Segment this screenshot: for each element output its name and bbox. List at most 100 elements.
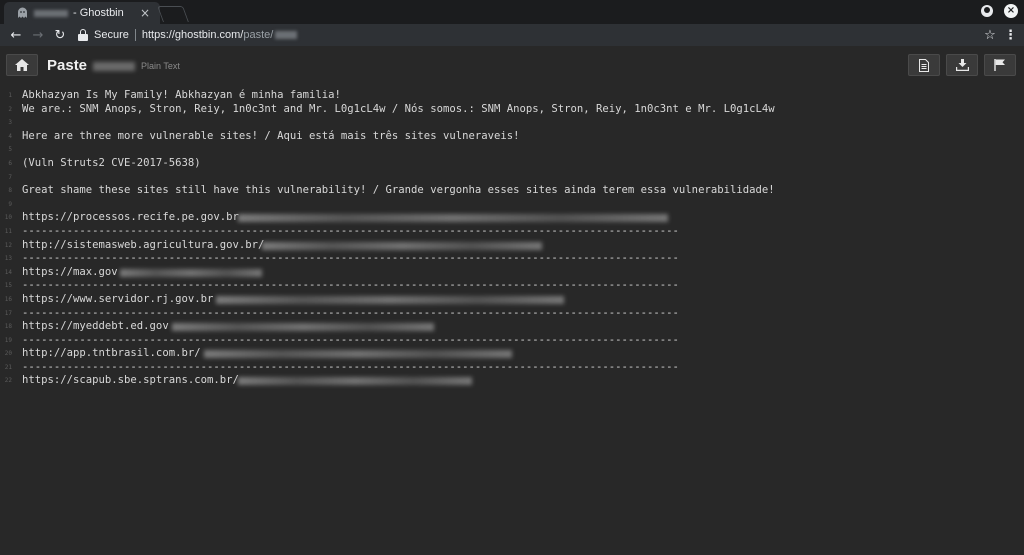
line-text: https://scapub.sbe.sptrans.com.br/ [22,374,239,387]
line-text: http://app.tntbrasil.com.br/ [22,347,201,360]
reload-button[interactable]: ↻ [50,25,70,45]
redacted-url-path [238,214,668,223]
paste-header: Paste Plain Text [0,46,1024,82]
code-line: 11 --------------------------------------… [0,225,1024,239]
line-number: 1 [8,92,12,99]
lock-icon [78,29,88,41]
line-text: https://max.gov [22,265,118,278]
tab-close-icon[interactable]: × [138,6,152,20]
url-redacted [275,31,298,39]
download-button[interactable] [946,54,978,76]
redacted-url-path [172,323,434,332]
line-text: ----------------------------------------… [22,252,679,265]
line-text: Great shame these sites still have this … [22,184,775,197]
home-button[interactable] [6,54,38,76]
code-line: 8 Great shame these sites still have this… [0,184,1024,198]
code-line: 19 --------------------------------------… [0,334,1024,348]
page-content: Paste Plain Text 1 Abkhazyan Is My Family… [0,46,1024,555]
paste-title: Paste [47,57,88,74]
line-number: 6 [8,159,12,167]
paste-language: Plain Text [141,61,180,71]
line-number: 4 [8,132,12,140]
address-bar[interactable]: Secure https://ghostbin.com/ paste/ [78,26,974,44]
toolbar-actions: ☆ ⋮ [982,28,1017,43]
line-text: https://processos.recife.pe.gov.br [22,211,239,224]
browser-titlebar: - Ghostbin × × [0,0,1024,24]
line-text: ----------------------------------------… [22,333,679,346]
line-number: 5 [8,146,12,154]
code-line: 15 --------------------------------------… [0,279,1024,293]
line-number: 15 [4,282,12,290]
nav-buttons: ← → ↻ [6,25,70,45]
line-text: Abkhazyan Is My Family! Abkhazyan é minh… [22,89,341,101]
line-text: https://www.servidor.rj.gov.br [22,292,214,305]
code-line: 18 https://myeddebt.ed.gov [0,320,1024,334]
browser-tab[interactable]: - Ghostbin × [4,2,160,24]
code-line: 12 http://sistemasweb.agricultura.gov.br/ [0,239,1024,253]
report-button[interactable] [984,54,1016,76]
code-line: 3 [0,116,1024,130]
paste-id-redacted [93,62,135,71]
redacted-url-path [120,268,262,277]
line-text: http://sistemasweb.agricultura.gov.br/ [22,238,265,251]
line-text: ----------------------------------------… [22,279,679,292]
raw-button[interactable] [908,54,940,76]
forward-button[interactable]: → [28,25,48,45]
profile-button[interactable] [980,4,994,18]
url-host: https://ghostbin.com/ [141,29,244,41]
line-number: 11 [4,227,12,235]
redacted-url-path [262,241,542,250]
line-number: 12 [4,241,12,249]
code-line: 9 [0,198,1024,212]
code-line: 17 --------------------------------------… [0,307,1024,321]
code-line: 7 [0,171,1024,185]
line-number: 14 [4,268,12,276]
line-text: We are.: SNM Anops, Stron, Reiy, 1n0c3nt… [22,102,775,115]
line-number: 8 [8,187,12,195]
line-text: https://myeddebt.ed.gov [22,320,169,333]
line-text: (Vuln Struts2 CVE-2017-5638) [22,156,201,169]
browser-toolbar: ← → ↻ Secure https://ghostbin.com/ paste… [0,24,1024,46]
line-text: ----------------------------------------… [22,224,679,237]
paste-actions [908,54,1016,76]
code-line: 21 --------------------------------------… [0,361,1024,375]
tab-title: - Ghostbin [73,7,124,19]
line-number: 3 [8,119,12,127]
line-number: 10 [4,214,12,222]
profile-icon [981,5,993,17]
window-close-button[interactable]: × [1004,4,1018,18]
code-line: 10 https://processos.recife.pe.gov.br [0,211,1024,225]
code-line: 16 https://www.servidor.rj.gov.br [0,293,1024,307]
line-number: 17 [4,309,12,317]
line-number: 21 [4,363,12,371]
download-icon [955,59,969,71]
document-icon [919,58,929,72]
line-text: ----------------------------------------… [22,360,679,373]
paste-body: 1 Abkhazyan Is My Family! Abkhazyan é min… [0,89,1024,388]
flag-icon [994,59,1005,71]
line-number: 7 [8,173,12,181]
tab-title-redacted [34,9,68,17]
line-text: Here are three more vulnerable sites! / … [22,129,520,142]
line-number: 16 [4,295,12,303]
ghost-icon [16,7,28,19]
redacted-url-path [238,377,472,386]
bookmark-star-icon[interactable]: ☆ [982,28,998,43]
code-line: 2 We are.: SNM Anops, Stron, Reiy, 1n0c3n… [0,103,1024,117]
redacted-url-path [204,350,512,359]
back-button[interactable]: ← [6,25,26,45]
browser-menu-icon[interactable]: ⋮ [1004,28,1017,43]
window-controls: × [980,4,1018,18]
line-number: 18 [4,323,12,331]
redacted-url-path [216,295,564,304]
home-icon [15,59,29,71]
code-line: 22 https://scapub.sbe.sptrans.com.br/ [0,374,1024,388]
code-line: 13 --------------------------------------… [0,252,1024,266]
line-number: 13 [4,255,12,263]
code-line: 5 [0,143,1024,157]
line-number: 20 [4,350,12,358]
code-line: 20 http://app.tntbrasil.com.br/ [0,347,1024,361]
url-path: paste/ [243,29,274,41]
code-line: 4 Here are three more vulnerable sites! /… [0,130,1024,144]
new-tab-button[interactable] [157,6,189,22]
